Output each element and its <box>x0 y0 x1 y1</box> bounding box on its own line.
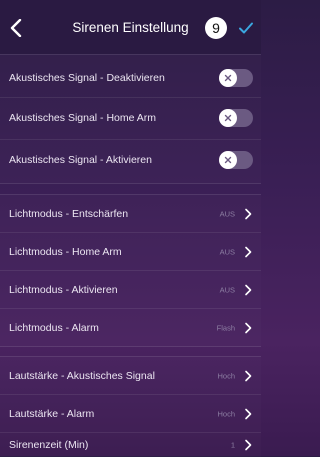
chevron-right-icon <box>245 208 252 220</box>
toggle-switch[interactable] <box>219 69 253 87</box>
toggle-knob <box>219 69 237 87</box>
row-value: Flash <box>216 323 235 333</box>
checkmark-icon <box>239 22 253 34</box>
acoustic-signal-section: Akustisches Signal - Deaktivieren Akusti… <box>0 54 261 184</box>
chevron-right-icon <box>245 439 252 451</box>
close-icon <box>224 74 232 82</box>
row-value: AUS <box>219 209 235 219</box>
toggle-knob <box>219 151 237 169</box>
row-label: Akustisches Signal - Deaktivieren <box>9 72 165 84</box>
divider <box>0 97 261 98</box>
light-mode-section: Lichtmodus - Entschärfen AUS Lichtmodus … <box>0 194 261 347</box>
volume-section: Lautstärke - Akustisches Signal Hoch Lau… <box>0 356 261 457</box>
row-label: Lichtmodus - Home Arm <box>9 246 122 258</box>
row-label: Lichtmodus - Alarm <box>9 322 99 334</box>
row-value: Hoch <box>217 371 235 381</box>
volume-row-acoustic-signal[interactable]: Lautstärke - Akustisches Signal Hoch <box>0 357 261 395</box>
row-label: Akustisches Signal - Home Arm <box>9 112 157 124</box>
chevron-right-icon <box>245 246 252 258</box>
row-value: AUS <box>219 247 235 257</box>
close-icon <box>224 114 232 122</box>
light-mode-row-activate[interactable]: Lichtmodus - Aktivieren AUS <box>0 271 261 309</box>
divider <box>0 139 261 140</box>
row-label: Lichtmodus - Entschärfen <box>9 208 129 220</box>
header-bar: Sirenen Einstellung 9 <box>0 0 261 54</box>
row-value: Hoch <box>217 409 235 419</box>
signal-row-activate[interactable]: Akustisches Signal - Aktivieren <box>0 141 261 179</box>
close-icon <box>224 156 232 164</box>
chevron-right-icon <box>245 370 252 382</box>
row-label: Lautstärke - Akustisches Signal <box>9 370 155 382</box>
siren-time-row[interactable]: Sirenenzeit (Min) 1 <box>0 433 261 457</box>
toggle-knob <box>219 109 237 127</box>
light-mode-row-alarm[interactable]: Lichtmodus - Alarm Flash <box>0 309 261 347</box>
light-mode-row-home-arm[interactable]: Lichtmodus - Home Arm AUS <box>0 233 261 271</box>
row-value: AUS <box>219 285 235 295</box>
signal-row-deactivate[interactable]: Akustisches Signal - Deaktivieren <box>0 59 261 97</box>
step-badge: 9 <box>205 17 227 39</box>
row-label: Sirenenzeit (Min) <box>9 439 89 451</box>
light-mode-row-disarm[interactable]: Lichtmodus - Entschärfen AUS <box>0 195 261 233</box>
chevron-right-icon <box>245 284 252 296</box>
signal-row-home-arm[interactable]: Akustisches Signal - Home Arm <box>0 99 261 137</box>
toggle-switch[interactable] <box>219 109 253 127</box>
chevron-right-icon <box>245 322 252 334</box>
confirm-button[interactable] <box>238 20 254 36</box>
chevron-right-icon <box>245 408 252 420</box>
row-label: Akustisches Signal - Aktivieren <box>9 154 152 166</box>
toggle-switch[interactable] <box>219 151 253 169</box>
volume-row-alarm[interactable]: Lautstärke - Alarm Hoch <box>0 395 261 433</box>
row-value: 1 <box>230 440 235 450</box>
row-label: Lautstärke - Alarm <box>9 408 95 420</box>
row-label: Lichtmodus - Aktivieren <box>9 284 118 296</box>
